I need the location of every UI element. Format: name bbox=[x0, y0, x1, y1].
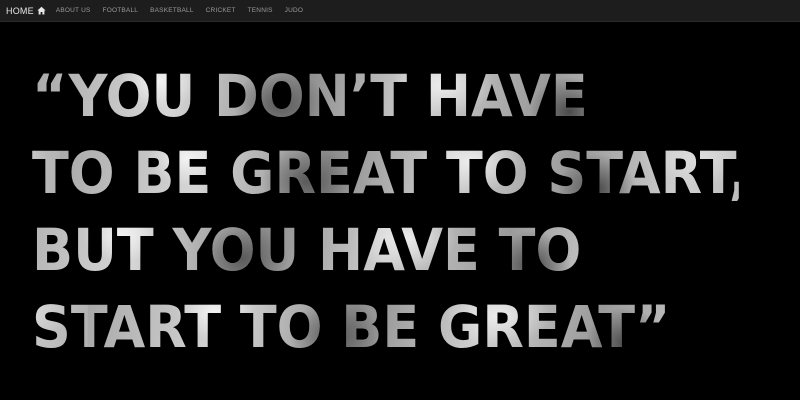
top-navbar: HOME ABOUT US FOOTBALL BASKETBALL CRICKE… bbox=[0, 0, 800, 22]
nav-item-basketball[interactable]: BASKETBALL bbox=[150, 7, 194, 14]
quote-line: “YOU DON’T HAVE bbox=[32, 58, 739, 135]
nav-home-label: HOME bbox=[6, 5, 34, 16]
nav-item-judo[interactable]: JUDO bbox=[285, 7, 304, 14]
hero-quote: “YOU DON’T HAVE TO BE GREAT TO START, BU… bbox=[32, 58, 792, 366]
quote-line: BUT YOU HAVE TO bbox=[32, 212, 739, 289]
nav-item-cricket[interactable]: CRICKET bbox=[206, 7, 236, 14]
page: HOME ABOUT US FOOTBALL BASKETBALL CRICKE… bbox=[0, 0, 800, 400]
quote-line: START TO BE GREAT” bbox=[32, 289, 739, 366]
quote-line: TO BE GREAT TO START, bbox=[32, 135, 739, 212]
nav-item-tennis[interactable]: TENNIS bbox=[248, 7, 273, 14]
home-icon bbox=[37, 6, 46, 15]
nav-item-about-us[interactable]: ABOUT US bbox=[56, 7, 91, 14]
nav-home-link[interactable]: HOME bbox=[6, 6, 46, 16]
nav-item-football[interactable]: FOOTBALL bbox=[103, 7, 139, 14]
